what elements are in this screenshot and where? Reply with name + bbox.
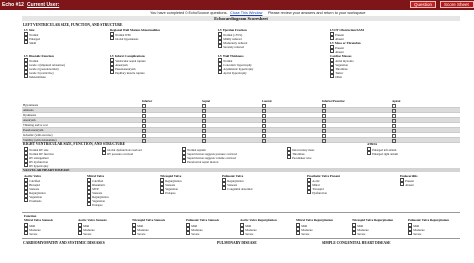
section-valvular: VALVULAR HEART DISEASE (22, 168, 460, 172)
function-group-head: Aortic Valve Stenosis (78, 218, 107, 222)
cardiac-mass-option[interactable]: Other (330, 74, 342, 79)
row-label: Akinesis (23, 108, 34, 112)
row-label: Hypokinesis (23, 103, 38, 107)
segment-checkbox[interactable] (322, 138, 327, 143)
lv-infarct-option[interactable]: Papillary muscle rupture (110, 70, 145, 75)
section-rv: RIGHT VENTRICULAR SIZE, FUNCTION, AND ST… (23, 142, 126, 146)
row-label: Aneurysm (23, 118, 36, 122)
completion-message: You have completed 0 EchoSource question… (150, 11, 228, 15)
grade-option[interactable]: Severe (24, 231, 37, 236)
form-title: Echocardiogram Scoresheet (22, 16, 460, 21)
rv-option[interactable]: Paradoxical septal motion (182, 159, 218, 164)
grade-option[interactable]: Severe (296, 231, 309, 236)
section-lv: LEFT VENTRICULAR SIZE, FUNCTION, AND STR… (23, 23, 123, 27)
divider (22, 212, 460, 213)
review-message: Please review your answers and return to… (268, 11, 366, 15)
section-cardiomyopathy: CARDIOMYOPATHY AND SYSTEMIC DISEASES (23, 241, 105, 245)
function-group-head: Tricuspid Valve Regurgitation (352, 218, 394, 222)
row-label: Pseudoaneurysm (23, 128, 44, 132)
function-group-head: Mitral Valve Stenosis (24, 218, 53, 222)
valve-option[interactable]: Prosthesis (24, 198, 41, 203)
function-group-head: Mitral Valve Regurgitation (296, 218, 333, 222)
grade-option[interactable]: Severe (78, 231, 91, 236)
segment-checkbox[interactable] (142, 138, 147, 143)
lv-wall-option[interactable]: Apical hypertrophy (218, 70, 246, 75)
row-label: Thinning and/or scar (23, 123, 48, 127)
scoresheet-form: Echocardiogram Scoresheet LEFT VENTRICUL… (22, 16, 460, 263)
section-congenital: SIMPLE CONGENITAL HEART DISEASE (322, 241, 391, 245)
score-sheet-button[interactable]: Score Sheet (440, 1, 474, 8)
current-user-label: Current User: (27, 1, 60, 8)
segment-checkbox[interactable] (392, 138, 397, 143)
atria-option[interactable]: Enlarged right atrium (367, 151, 398, 156)
rv-option[interactable]: Pacemaker wire (287, 155, 311, 160)
function-group-head: Aortic Valve Regurgitation (240, 218, 277, 222)
segment-checkbox[interactable] (202, 138, 207, 143)
valve-option[interactable]: Prolapse (87, 202, 102, 207)
grade-option[interactable]: Severe (132, 231, 145, 236)
segment-checkbox[interactable] (262, 138, 267, 143)
echo-number: Echo #12 (2, 1, 24, 8)
lv-size-option[interactable]: Small (24, 40, 36, 45)
wall-motion-option[interactable]: Global hypokinesis (110, 36, 138, 41)
lv-ejection-option[interactable]: Severely reduced (218, 44, 244, 49)
grade-option[interactable]: Severe (186, 231, 199, 236)
function-group-head: Pulmonic Valve Regurgitation (408, 218, 449, 222)
row-label: Dyskinesis (23, 113, 37, 117)
wall-segment-table: Hypokinesis Akinesis Dyskinesis Aneurysm… (22, 103, 460, 143)
divider (22, 238, 460, 239)
valve-option[interactable]: Congenital abnormal (222, 186, 252, 191)
function-group-head: Pulmonic Valve Stenosis (186, 218, 219, 222)
valve-option[interactable]: Absent (400, 182, 414, 187)
grade-option[interactable]: Severe (352, 231, 365, 236)
section-pulmonary: PULMONARY DISEASE (217, 241, 257, 245)
valve-option[interactable]: Dysfunction (307, 190, 327, 195)
lv-diastolic-option[interactable]: Indeterminate (24, 74, 46, 79)
row-label: Ischemic (with exercise) (23, 133, 53, 137)
question-button[interactable]: Question (410, 1, 437, 8)
valve-option[interactable]: Prolapse (160, 190, 175, 195)
top-toolbar: Echo #12 Current User: Question Score Sh… (0, 0, 474, 10)
grade-option[interactable]: Severe (240, 231, 253, 236)
rv-option[interactable]: RV pressure overload (102, 151, 133, 156)
atria-head: ATRIA (367, 142, 378, 146)
grade-option[interactable]: Severe (408, 231, 421, 236)
close-window-link[interactable]: Close This Window (230, 11, 262, 15)
function-group-head: Tricuspid Valve Stenosis (132, 218, 166, 222)
